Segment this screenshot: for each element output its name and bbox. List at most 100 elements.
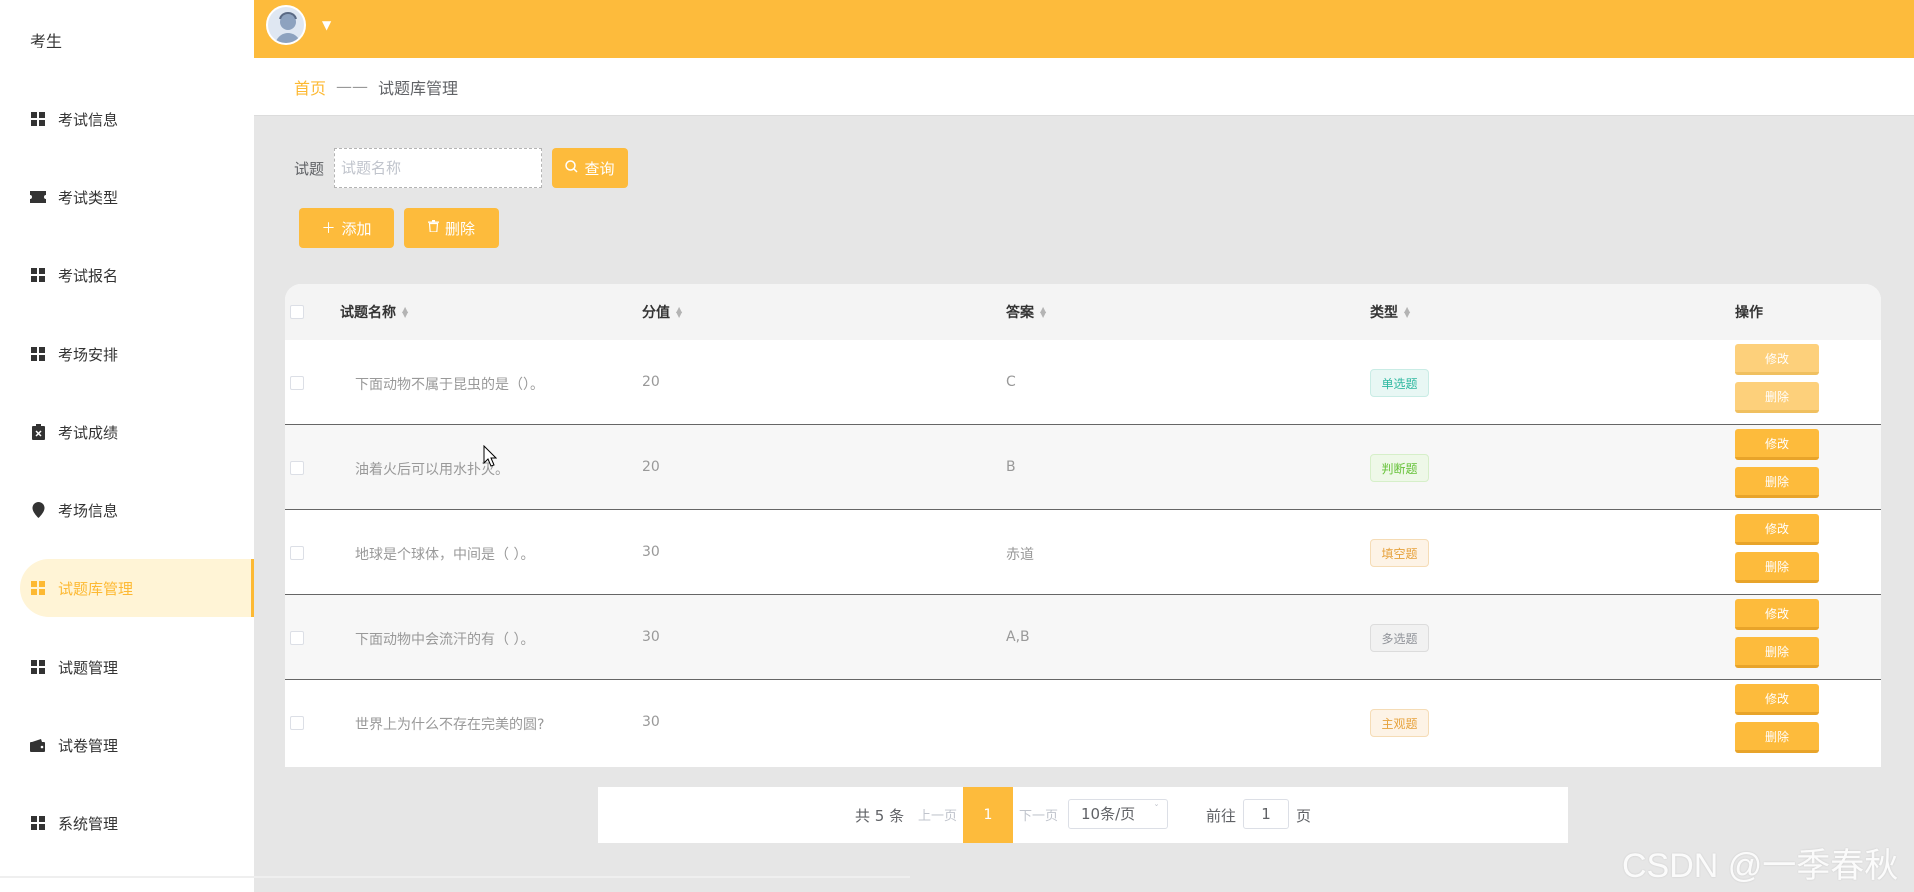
search-label: 试题	[294, 160, 325, 178]
sidebar-item-label: 考场信息	[58, 501, 119, 520]
add-button-label: 添加	[341, 219, 372, 238]
question-score: 20	[642, 459, 660, 475]
sidebar-item-exam-registration[interactable]: 考试报名	[0, 246, 254, 304]
page-size-value: 10条/页	[1081, 805, 1136, 823]
question-name: 下面动物不属于昆虫的是（）。	[355, 377, 544, 393]
type-badge: 判断题	[1370, 454, 1429, 482]
page-size-select[interactable]: 10条/页 ˇ	[1068, 799, 1168, 829]
delete-button[interactable]: 删除	[1735, 722, 1819, 753]
next-page-button[interactable]: 下一页	[1019, 805, 1058, 824]
edit-button[interactable]: 修改	[1735, 684, 1819, 715]
search-icon	[565, 159, 579, 177]
delete-button[interactable]: 删除	[1735, 467, 1819, 498]
delete-button[interactable]: 删除	[1735, 382, 1819, 413]
edit-button[interactable]: 修改	[1735, 514, 1819, 545]
sidebar-item-questions[interactable]: 试题管理	[0, 638, 254, 696]
breadcrumb: 首页 —— 试题库管理	[254, 58, 1914, 116]
clipboard-icon	[30, 424, 46, 440]
horizontal-scrollbar[interactable]	[0, 876, 910, 878]
top-bar: ▼	[254, 0, 1914, 58]
wallet-icon	[30, 737, 46, 753]
goto-page-input[interactable]	[1243, 799, 1289, 829]
sidebar-item-cut[interactable]: 考生	[30, 28, 62, 48]
sidebar-item-exam-venue[interactable]: 考场信息	[0, 481, 254, 539]
sidebar-item-label: 考试信息	[58, 110, 119, 129]
question-answer: A,B	[1006, 629, 1030, 645]
sidebar-item-label: 试卷管理	[58, 736, 119, 755]
type-badge: 填空题	[1370, 539, 1429, 567]
grid-icon	[30, 580, 46, 596]
question-name: 下面动物中会流汗的有（ ）。	[355, 632, 535, 648]
breadcrumb-home[interactable]: 首页	[294, 75, 326, 99]
type-badge: 多选题	[1370, 624, 1429, 652]
question-answer: B	[1006, 459, 1016, 475]
table-row: 下面动物不属于昆虫的是（）。 20 C 单选题 修改 删除	[285, 340, 1881, 425]
batch-delete-button[interactable]: 删除	[404, 208, 499, 248]
search-input[interactable]	[334, 148, 542, 188]
location-icon	[30, 502, 46, 518]
table-row: 油着火后可以用水扑灭。 20 B 判断题 修改 删除	[285, 425, 1881, 510]
prev-page-button[interactable]: 上一页	[918, 805, 957, 824]
row-checkbox[interactable]	[290, 546, 304, 560]
trash-icon	[427, 220, 439, 236]
sidebar-item-system[interactable]: 系统管理	[0, 794, 254, 852]
sidebar-item-exam-type[interactable]: 考试类型	[0, 168, 254, 226]
sort-icon[interactable]: ▲ ▼	[1040, 306, 1046, 319]
sidebar-item-label: 考试报名	[58, 266, 119, 285]
column-name[interactable]: 试题名称 ▲ ▼	[340, 302, 408, 322]
table-row: 下面动物中会流汗的有（ ）。 30 A,B 多选题 修改 删除	[285, 595, 1881, 680]
delete-button[interactable]: 删除	[1735, 637, 1819, 668]
ticket-icon	[30, 189, 46, 205]
query-button[interactable]: 查询	[552, 148, 628, 188]
type-badge: 主观题	[1370, 709, 1429, 737]
sort-icon[interactable]: ▲ ▼	[402, 306, 408, 319]
question-score: 30	[642, 544, 660, 560]
grid-icon	[30, 111, 46, 127]
sidebar-item-label: 考场安排	[58, 345, 119, 364]
edit-button[interactable]: 修改	[1735, 429, 1819, 460]
sort-icon[interactable]: ▲ ▼	[676, 306, 682, 319]
row-checkbox[interactable]	[290, 461, 304, 475]
select-all-checkbox[interactable]	[290, 305, 304, 319]
sidebar: 考生 考试信息 考试类型 考试报名 考场安排 考试成绩 考场信息 试题库管理 试…	[0, 0, 910, 892]
column-type[interactable]: 类型 ▲ ▼	[1370, 302, 1410, 322]
page-suffix: 页	[1296, 807, 1312, 825]
table-row: 世界上为什么不存在完美的圆? 30 主观题 修改 删除	[285, 680, 1881, 765]
sort-icon[interactable]: ▲ ▼	[1404, 306, 1410, 319]
row-checkbox[interactable]	[290, 716, 304, 730]
watermark: CSDN @一季春秋	[1622, 847, 1899, 885]
row-checkbox[interactable]	[290, 376, 304, 390]
row-checkbox[interactable]	[290, 631, 304, 645]
mouse-cursor-icon	[483, 445, 497, 467]
page-number-current[interactable]: 1	[963, 787, 1013, 843]
sidebar-item-label: 考试类型	[58, 188, 119, 207]
sidebar-item-label: 系统管理	[58, 814, 119, 833]
add-button[interactable]: ＋ 添加	[299, 208, 394, 248]
delete-button[interactable]: 删除	[1735, 552, 1819, 583]
sidebar-item-exam-arrangement[interactable]: 考场安排	[0, 325, 254, 383]
column-actions: 操作	[1735, 305, 1763, 321]
plus-icon: ＋	[321, 221, 336, 237]
column-score[interactable]: 分值 ▲ ▼	[642, 302, 682, 322]
column-answer[interactable]: 答案 ▲ ▼	[1006, 302, 1046, 322]
goto-label: 前往	[1206, 807, 1237, 825]
sidebar-item-papers[interactable]: 试卷管理	[0, 716, 254, 774]
user-avatar[interactable]	[266, 5, 306, 45]
edit-button[interactable]: 修改	[1735, 344, 1819, 375]
sidebar-item-label: 考试成绩	[58, 423, 119, 442]
chevron-down-icon: ˇ	[1154, 804, 1159, 815]
table-row: 地球是个球体，中间是（ ）。 30 赤道 填空题 修改 删除	[285, 510, 1881, 595]
sidebar-item-exam-info[interactable]: 考试信息	[0, 90, 254, 148]
question-score: 30	[642, 714, 660, 730]
sidebar-item-question-bank[interactable]: 试题库管理	[20, 559, 254, 617]
edit-button[interactable]: 修改	[1735, 599, 1819, 630]
question-score: 30	[642, 629, 660, 645]
grid-icon	[30, 815, 46, 831]
query-button-label: 查询	[584, 159, 615, 178]
chevron-down-icon[interactable]: ▼	[322, 18, 331, 32]
sidebar-item-exam-results[interactable]: 考试成绩	[0, 403, 254, 461]
pagination-total: 共 5 条	[855, 807, 905, 825]
sidebar-item-label: 试题管理	[58, 658, 119, 677]
delete-button-label: 删除	[444, 219, 475, 238]
sidebar-item-label: 试题库管理	[58, 579, 134, 598]
